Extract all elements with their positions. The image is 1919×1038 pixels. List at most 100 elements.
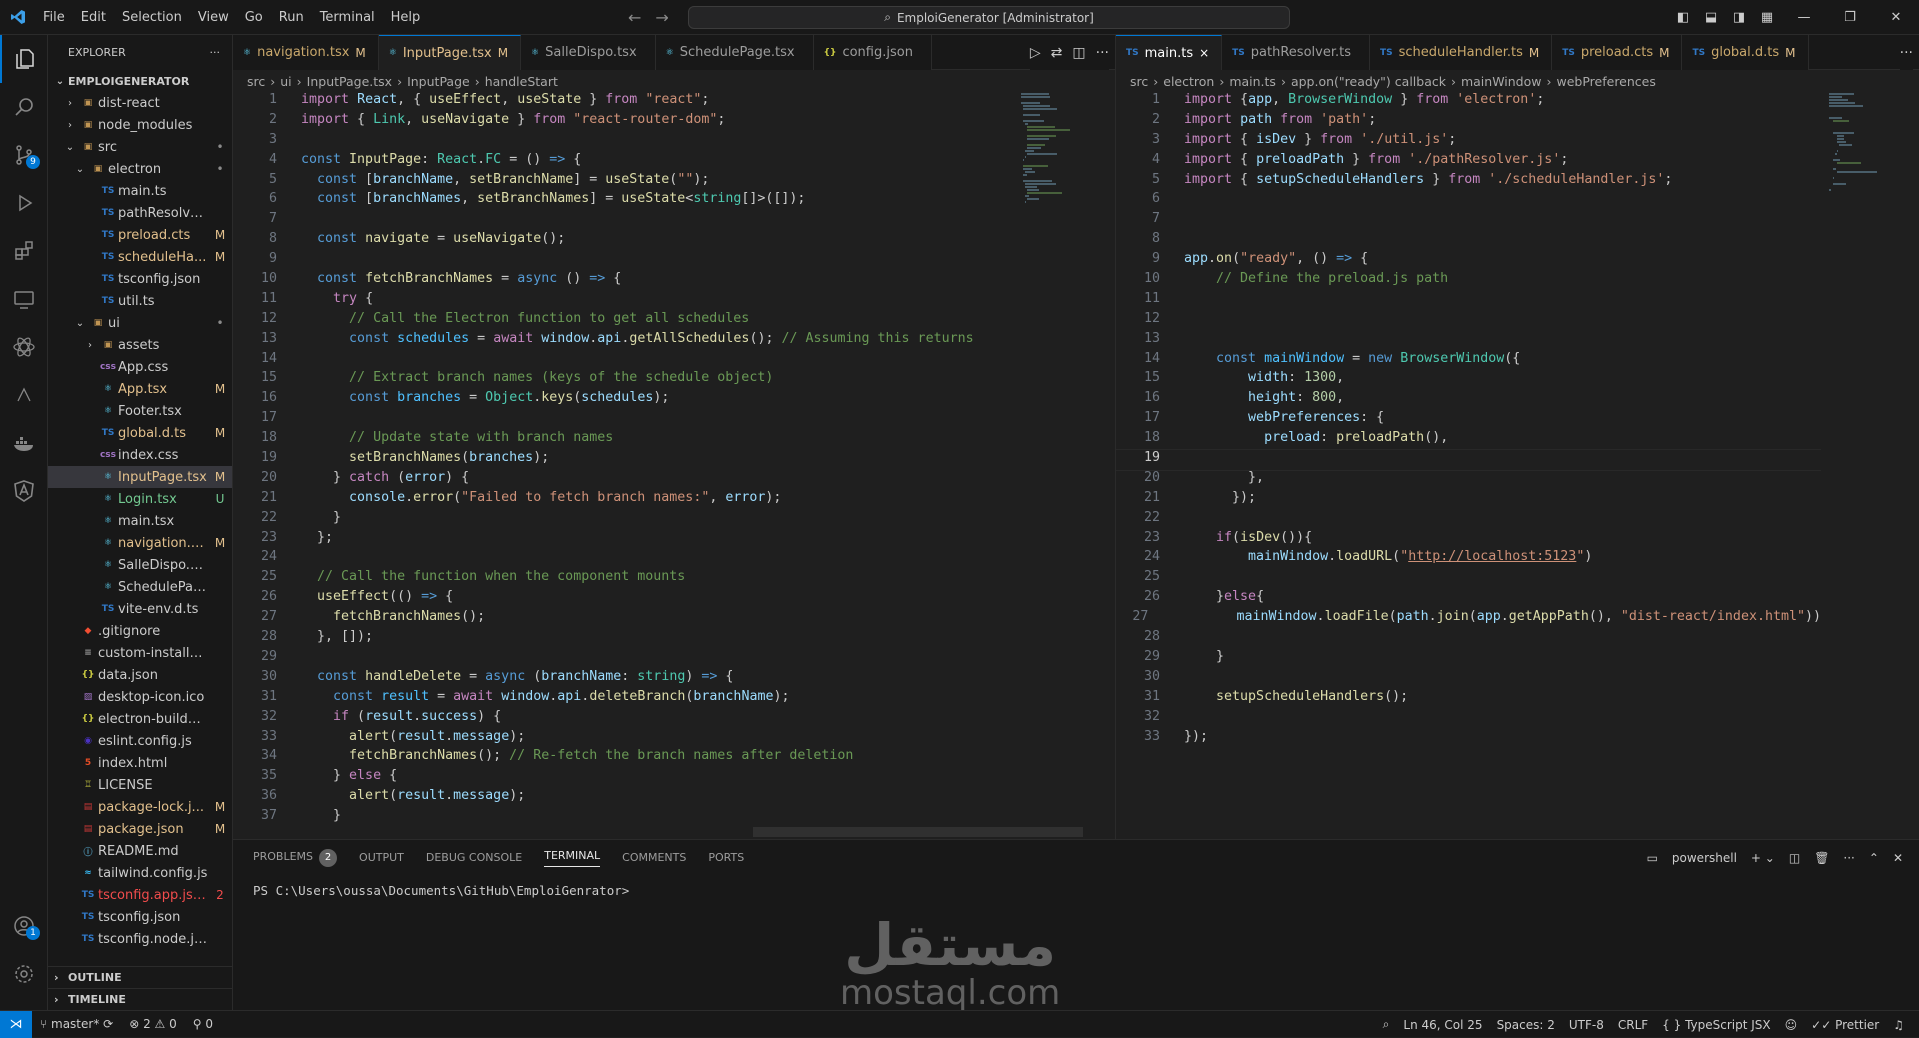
- tree-item-package-lock-j-[interactable]: ▤ package-lock.j... M: [48, 796, 232, 818]
- menu-item-view[interactable]: View: [190, 0, 237, 35]
- code-line[interactable]: 17: [233, 410, 1013, 430]
- code-line[interactable]: 37 }: [233, 808, 1013, 828]
- tree-item-assets[interactable]: › ▣ assets: [48, 334, 232, 356]
- menu-item-terminal[interactable]: Terminal: [312, 0, 383, 35]
- breadcrumb-item[interactable]: webPreferences: [1557, 74, 1656, 89]
- code-line[interactable]: 11 try {: [233, 291, 1013, 311]
- tab-salledispo-tsx[interactable]: ⚛ SalleDispo.tsx: [521, 35, 656, 70]
- search-view-icon[interactable]: [0, 83, 48, 131]
- menu-item-run[interactable]: Run: [271, 0, 312, 35]
- code-line[interactable]: 1 import {app, BrowserWindow } from 'elec…: [1116, 92, 1821, 112]
- code-line[interactable]: 23 };: [233, 530, 1013, 550]
- code-line[interactable]: 26 useEffect(() => {: [233, 589, 1013, 609]
- menu-item-go[interactable]: Go: [237, 0, 271, 35]
- panel-tab-ports[interactable]: PORTS: [708, 851, 744, 864]
- code-line[interactable]: 9 app.on("ready", () => {: [1116, 251, 1821, 271]
- toggle-panel-icon[interactable]: ⬓: [1697, 10, 1725, 25]
- code-line[interactable]: 1 import React, { useEffect, useState } f…: [233, 92, 1013, 112]
- encoding[interactable]: UTF-8: [1562, 1018, 1611, 1032]
- horizontal-scrollbar[interactable]: [753, 827, 1083, 837]
- line-ending[interactable]: CRLF: [1611, 1018, 1655, 1032]
- code-line[interactable]: 30 const handleDelete = async (branchNam…: [233, 669, 1013, 689]
- tree-item-node-modules[interactable]: › ▣ node_modules: [48, 114, 232, 136]
- tab-main-ts[interactable]: TS main.ts ×: [1116, 35, 1223, 70]
- tree-item-inputpage-tsx[interactable]: ⚛ InputPage.tsx M: [48, 466, 232, 488]
- branch-status[interactable]: ⑂ master* ⟳: [32, 1017, 121, 1031]
- code-line[interactable]: 27 mainWindow.loadFile(path.join(app.get…: [1116, 609, 1821, 629]
- code-line[interactable]: 29 }: [1116, 649, 1821, 669]
- tree-item-main-tsx[interactable]: ⚛ main.tsx: [48, 510, 232, 532]
- code-line[interactable]: 10 // Define the preload.js path: [1116, 271, 1821, 291]
- compare-icon[interactable]: ⇄: [1051, 45, 1063, 61]
- code-line[interactable]: 36 alert(result.message);: [233, 788, 1013, 808]
- tree-item-tsconfig-json[interactable]: TS tsconfig.json: [48, 268, 232, 290]
- code-line[interactable]: 2 import path from 'path';: [1116, 112, 1821, 132]
- code-line[interactable]: 12 // Call the Electron function to get …: [233, 311, 1013, 331]
- notifications-bell-icon[interactable]: ♫: [1886, 1018, 1911, 1032]
- breadcrumb-item[interactable]: src: [247, 74, 265, 89]
- tree-item-util-ts[interactable]: TS util.ts: [48, 290, 232, 312]
- menu-item-file[interactable]: File: [35, 0, 73, 35]
- tab-navigation-tsx[interactable]: ⚛ navigation.tsx M: [233, 35, 379, 70]
- code-line[interactable]: 20 } catch (error) {: [233, 470, 1013, 490]
- code-line[interactable]: 24: [233, 549, 1013, 569]
- code-line[interactable]: 19 setBranchNames(branches);: [233, 450, 1013, 470]
- tree-item-login-tsx[interactable]: ⚛ Login.tsx U: [48, 488, 232, 510]
- tree-item-main-ts[interactable]: TS main.ts: [48, 180, 232, 202]
- breadcrumb-item[interactable]: handleStart: [485, 74, 558, 89]
- panel-tab-output[interactable]: OUTPUT: [359, 851, 404, 864]
- tree-item-index-css[interactable]: css index.css: [48, 444, 232, 466]
- terminal-shell-label[interactable]: powershell: [1672, 851, 1737, 865]
- tree-item-tsconfig-json[interactable]: TS tsconfig.json: [48, 906, 232, 928]
- back-arrow-icon[interactable]: ←: [628, 8, 641, 27]
- toggle-secondary-sidebar-icon[interactable]: ◨: [1725, 10, 1753, 25]
- code-line[interactable]: 16 height: 800,: [1116, 390, 1821, 410]
- code-line[interactable]: 28 }, []);: [233, 629, 1013, 649]
- panel-tab-terminal[interactable]: TERMINAL: [544, 849, 601, 867]
- minimize-button[interactable]: —: [1781, 10, 1827, 25]
- tab-schedulepage-tsx[interactable]: ⚛ SchedulePage.tsx: [655, 35, 814, 70]
- code-line[interactable]: 31 setupScheduleHandlers();: [1116, 689, 1821, 709]
- tree-item-global-d-ts[interactable]: TS global.d.ts M: [48, 422, 232, 444]
- code-line[interactable]: 25 // Call the function when the compone…: [233, 569, 1013, 589]
- code-line[interactable]: 18 // Update state with branch names: [233, 430, 1013, 450]
- code-line[interactable]: 18 preload: preloadPath(),: [1116, 430, 1821, 450]
- code-line[interactable]: 7: [1116, 211, 1821, 231]
- tab-config-json[interactable]: {} config.json: [813, 35, 932, 70]
- code-line[interactable]: 13: [1116, 331, 1821, 351]
- tree-item-footer-tsx[interactable]: ⚛ Footer.tsx: [48, 400, 232, 422]
- react-devtools-icon[interactable]: [0, 323, 48, 371]
- code-line[interactable]: 5 import { setupScheduleHandlers } from '…: [1116, 172, 1821, 192]
- code-line[interactable]: 17 webPreferences: {: [1116, 410, 1821, 430]
- tree-item-src[interactable]: ⌄ ▣ src •: [48, 136, 232, 158]
- tree-item-index-html[interactable]: 5 index.html: [48, 752, 232, 774]
- breadcrumb-item[interactable]: InputPage: [407, 74, 470, 89]
- code-line[interactable]: 24 mainWindow.loadURL("http://localhost:…: [1116, 549, 1821, 569]
- code-line[interactable]: 14: [233, 351, 1013, 371]
- ports-status[interactable]: ⚲ 0: [185, 1017, 221, 1031]
- code-line[interactable]: 20 },: [1116, 470, 1821, 490]
- docker-icon[interactable]: [0, 419, 48, 467]
- code-line[interactable]: 5 const [branchName, setBranchName] = us…: [233, 172, 1013, 192]
- code-line[interactable]: 11: [1116, 291, 1821, 311]
- code-line[interactable]: 28: [1116, 629, 1821, 649]
- toggle-primary-sidebar-icon[interactable]: ◧: [1669, 10, 1697, 25]
- account-icon[interactable]: 1: [0, 902, 48, 950]
- code-line[interactable]: 15 width: 1300,: [1116, 370, 1821, 390]
- code-line[interactable]: 8 const navigate = useNavigate();: [233, 231, 1013, 251]
- tree-item-vite-env-d-ts[interactable]: TS vite-env.d.ts: [48, 598, 232, 620]
- breadcrumb-item[interactable]: ui: [280, 74, 291, 89]
- code-line[interactable]: 27 fetchBranchNames();: [233, 609, 1013, 629]
- code-line[interactable]: 22: [1116, 510, 1821, 530]
- tab-pathresolver-ts[interactable]: TS pathResolver.ts: [1222, 35, 1370, 70]
- tree-item-tsconfig-node-json[interactable]: TS tsconfig.node.json: [48, 928, 232, 950]
- code-line[interactable]: 12: [1116, 311, 1821, 331]
- code-line[interactable]: 23 if(isDev()){: [1116, 530, 1821, 550]
- code-line[interactable]: 21 console.error("Failed to fetch branch…: [233, 490, 1013, 510]
- run-debug-icon[interactable]: [0, 179, 48, 227]
- tree-item-readme-md[interactable]: ⓘ README.md: [48, 840, 232, 862]
- code-line[interactable]: 31 const result = await window.api.delet…: [233, 689, 1013, 709]
- tree-item-eslint-config-js[interactable]: ◉ eslint.config.js: [48, 730, 232, 752]
- panel-tab-debug-console[interactable]: DEBUG CONSOLE: [426, 851, 522, 864]
- new-terminal-icon[interactable]: + ⌄: [1751, 851, 1775, 865]
